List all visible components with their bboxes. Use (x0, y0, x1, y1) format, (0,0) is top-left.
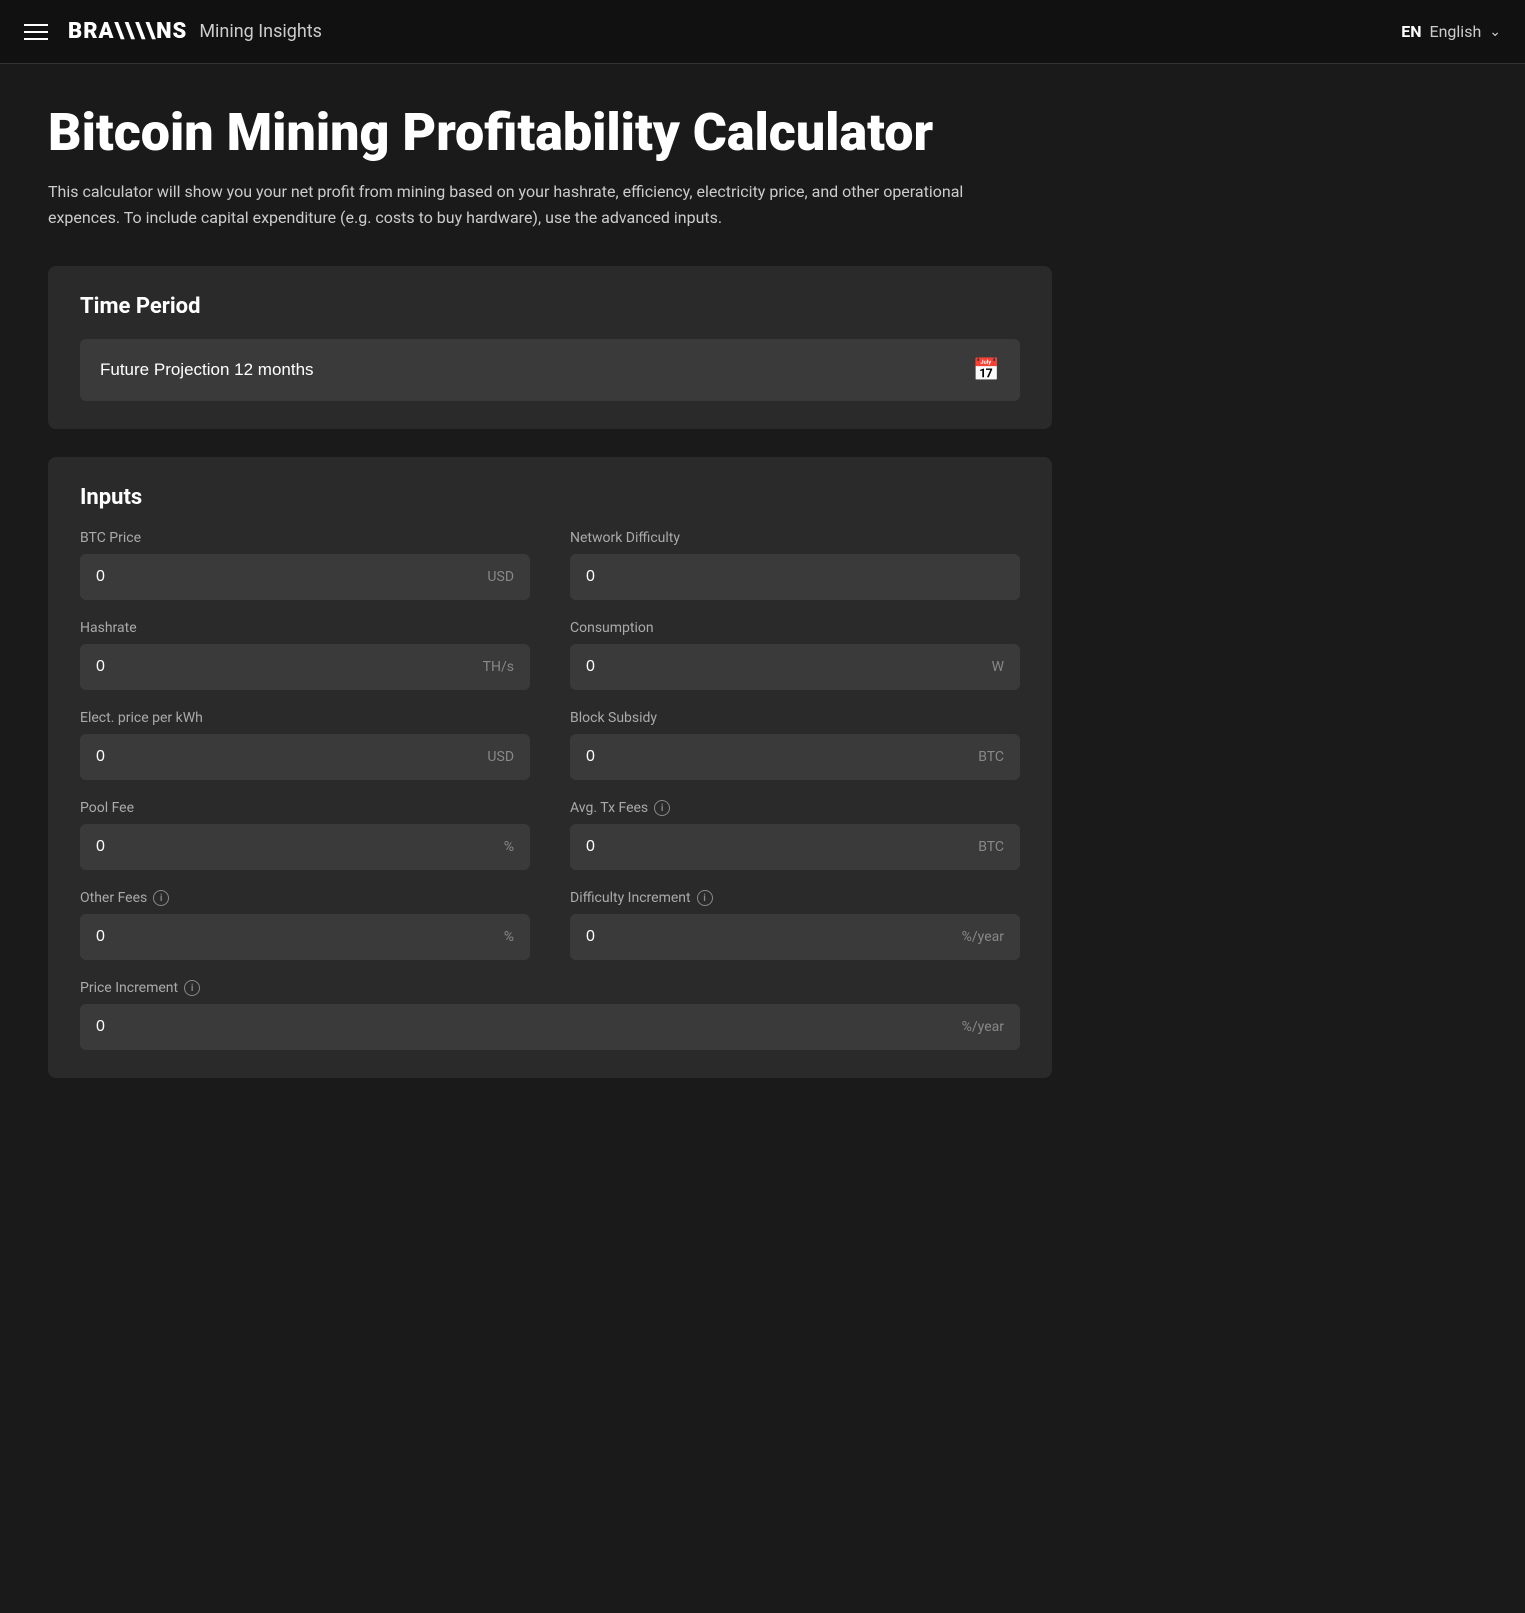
input-difficulty-increment[interactable] (586, 928, 954, 946)
inputs-card: Inputs BTC Price USD Network Difficulty Has… (48, 457, 1052, 1078)
input-group-elec-price: Elect. price per kWh USD (80, 710, 530, 780)
input-group-hashrate: Hashrate TH/s (80, 620, 530, 690)
input-group-block-subsidy: Block Subsidy BTC (570, 710, 1020, 780)
input-wrapper-difficulty-increment: %/year (570, 914, 1020, 960)
input-group-price-increment: Price Incrementi %/year (80, 980, 1020, 1050)
main-content: Bitcoin Mining Profitability Calculator … (0, 64, 1100, 1146)
unit-other-fees: % (504, 929, 514, 945)
time-period-card: Time Period Future Projection 12 months … (48, 266, 1052, 429)
inputs-section-title: Inputs (80, 485, 1020, 510)
unit-difficulty-increment: %/year (962, 929, 1004, 945)
input-wrapper-consumption: W (570, 644, 1020, 690)
input-block-subsidy[interactable] (586, 748, 970, 766)
input-wrapper-price-increment: %/year (80, 1004, 1020, 1050)
calendar-icon: 📅 (973, 357, 1000, 383)
input-group-avg-tx-fees: Avg. Tx Feesi BTC (570, 800, 1020, 870)
info-icon-difficulty-increment[interactable]: i (697, 890, 713, 906)
input-wrapper-other-fees: % (80, 914, 530, 960)
page-title: Bitcoin Mining Profitability Calculator (48, 104, 1052, 161)
navbar-left: BRA\\\\NS Mining Insights (24, 19, 322, 44)
input-network-difficulty[interactable] (586, 568, 1004, 586)
label-hashrate: Hashrate (80, 620, 530, 636)
unit-elec-price: USD (487, 749, 514, 765)
label-difficulty-increment: Difficulty Incrementi (570, 890, 1020, 906)
info-icon-other-fees[interactable]: i (153, 890, 169, 906)
input-pool-fee[interactable] (96, 838, 496, 856)
input-avg-tx-fees[interactable] (586, 838, 970, 856)
time-period-selector[interactable]: Future Projection 12 months 📅 (80, 339, 1020, 401)
unit-hashrate: TH/s (483, 659, 514, 675)
input-group-btc-price: BTC Price USD (80, 530, 530, 600)
input-wrapper-network-difficulty (570, 554, 1020, 600)
chevron-down-icon: ⌄ (1489, 24, 1501, 40)
label-elec-price: Elect. price per kWh (80, 710, 530, 726)
input-consumption[interactable] (586, 658, 984, 676)
input-wrapper-pool-fee: % (80, 824, 530, 870)
unit-block-subsidy: BTC (978, 749, 1004, 765)
input-btc-price[interactable] (96, 568, 479, 586)
label-network-difficulty: Network Difficulty (570, 530, 1020, 546)
time-period-section-title: Time Period (80, 294, 1020, 319)
unit-price-increment: %/year (962, 1019, 1004, 1035)
language-label: English (1430, 22, 1482, 41)
hamburger-menu-icon[interactable] (24, 24, 48, 40)
navbar: BRA\\\\NS Mining Insights EN English ⌄ (0, 0, 1525, 64)
language-selector[interactable]: EN English ⌄ (1401, 22, 1501, 41)
label-btc-price: BTC Price (80, 530, 530, 546)
unit-avg-tx-fees: BTC (978, 839, 1004, 855)
brand: BRA\\\\NS Mining Insights (68, 19, 322, 44)
input-elec-price[interactable] (96, 748, 479, 766)
input-wrapper-hashrate: TH/s (80, 644, 530, 690)
input-wrapper-btc-price: USD (80, 554, 530, 600)
label-avg-tx-fees: Avg. Tx Feesi (570, 800, 1020, 816)
input-group-consumption: Consumption W (570, 620, 1020, 690)
label-block-subsidy: Block Subsidy (570, 710, 1020, 726)
time-period-value: Future Projection 12 months (100, 360, 314, 380)
input-wrapper-avg-tx-fees: BTC (570, 824, 1020, 870)
input-price-increment[interactable] (96, 1018, 954, 1036)
info-icon-avg-tx-fees[interactable]: i (654, 800, 670, 816)
input-group-difficulty-increment: Difficulty Incrementi %/year (570, 890, 1020, 960)
input-wrapper-elec-price: USD (80, 734, 530, 780)
unit-pool-fee: % (504, 839, 514, 855)
language-code: EN (1401, 22, 1421, 41)
input-group-network-difficulty: Network Difficulty (570, 530, 1020, 600)
unit-btc-price: USD (487, 569, 514, 585)
input-group-pool-fee: Pool Fee% (80, 800, 530, 870)
label-other-fees: Other Feesi (80, 890, 530, 906)
unit-consumption: W (992, 659, 1004, 675)
page-description: This calculator will show you your net p… (48, 179, 998, 230)
label-pool-fee: Pool Fee (80, 800, 530, 816)
info-icon-price-increment[interactable]: i (184, 980, 200, 996)
input-hashrate[interactable] (96, 658, 475, 676)
brand-subtitle: Mining Insights (199, 21, 322, 42)
input-wrapper-block-subsidy: BTC (570, 734, 1020, 780)
label-price-increment: Price Incrementi (80, 980, 1020, 996)
label-consumption: Consumption (570, 620, 1020, 636)
input-other-fees[interactable] (96, 928, 496, 946)
input-group-other-fees: Other Feesi% (80, 890, 530, 960)
brand-logo: BRA\\\\NS (68, 19, 187, 44)
inputs-grid: BTC Price USD Network Difficulty Hashrate TH… (80, 530, 1020, 1050)
